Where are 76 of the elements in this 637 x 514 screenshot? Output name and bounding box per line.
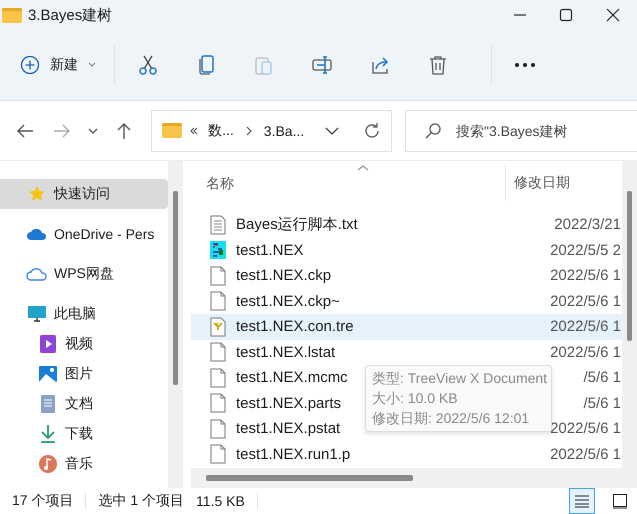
file-date: /5/6 1	[582, 394, 621, 412]
column-header[interactable]: 名称	[191, 165, 506, 201]
scrollbar[interactable]	[622, 161, 637, 488]
maximize-icon[interactable]	[559, 8, 573, 22]
file-icon	[210, 418, 226, 439]
file-name[interactable]: Bayes运行脚本.txt	[236, 215, 358, 234]
monitor-icon	[26, 305, 48, 323]
new-label[interactable]: 新建	[50, 56, 78, 74]
sidebar-item[interactable]: 此电脑	[0, 299, 168, 329]
sort-caret-icon	[357, 165, 369, 171]
file-name[interactable]: test1.NEX.mcmc	[236, 369, 348, 386]
music-icon	[37, 454, 59, 474]
plus-icon[interactable]	[20, 55, 40, 75]
file-name[interactable]: test1.NEX.parts	[236, 394, 342, 412]
file-name[interactable]: test1.NEX.pstat	[236, 420, 340, 438]
sidebar-item[interactable]: 视频	[0, 329, 168, 359]
sidebar-item[interactable]: OneDrive - Pers	[0, 219, 168, 249]
sidebar-item[interactable]: 音乐	[0, 449, 168, 479]
breadcrumb[interactable]: 3.Ba...	[264, 122, 304, 138]
breadcrumb-separator-icon	[246, 126, 252, 136]
scrollbar[interactable]	[191, 468, 622, 488]
file-icon	[210, 342, 226, 362]
details-view-icon[interactable]	[569, 488, 595, 514]
folder-icon	[2, 8, 22, 22]
search-icon	[424, 122, 442, 140]
file-name[interactable]: test1.NEX.ckp	[236, 267, 332, 284]
close-icon[interactable]	[606, 8, 620, 22]
file-icon	[210, 393, 226, 414]
sidebar-item[interactable]: 下载	[0, 419, 168, 449]
sidebar-item[interactable]: 文档	[0, 389, 168, 419]
tooltip-line: 大小: 10.0 KB	[372, 389, 459, 408]
file-icon	[210, 291, 226, 312]
folder-icon	[162, 123, 182, 138]
cloud-icon	[26, 227, 48, 241]
file-date: 2022/5/6 1	[549, 318, 621, 336]
file-date: 2022/3/21	[553, 216, 621, 234]
file-date: 2022/5/6 1	[549, 292, 621, 310]
file-icon	[210, 266, 226, 286]
sidebar-item[interactable]: 快速访问	[0, 179, 168, 209]
file-date: 2022/5/6 1	[549, 420, 621, 438]
tree-file-icon	[210, 316, 226, 337]
file-name[interactable]: test1.NEX.run1.p	[236, 446, 350, 463]
sidebar-item[interactable]: WPS网盘	[0, 259, 168, 289]
file-date: 2022/5/6 1	[549, 446, 621, 463]
file-name[interactable]: test1.NEX.ckp~	[236, 292, 340, 310]
file-name[interactable]: test1.NEX.con.tre	[236, 318, 354, 336]
file-date: 2022/5/5 2	[549, 242, 621, 259]
file-date: 2022/5/6 1	[549, 344, 621, 361]
cloud-icon	[26, 266, 48, 282]
image-icon	[37, 365, 59, 383]
text-file-icon	[210, 214, 226, 235]
item-count: 17 个项目	[12, 492, 74, 510]
search-field[interactable]: 搜索"3.Bayes建树	[456, 110, 637, 150]
nexus-file-icon	[210, 240, 226, 260]
search-box[interactable]: 搜索"3.Bayes建树	[405, 110, 637, 152]
refresh-icon[interactable]	[363, 122, 381, 140]
selected-row[interactable]: test1.NEX.con.tre 2022/5/6 1	[191, 314, 622, 340]
window-title: 3.Bayes建树	[28, 6, 112, 24]
tooltip-line: 类型: TreeView X Document	[372, 369, 548, 388]
address-bar[interactable]: 数... 3.Ba...	[151, 110, 392, 152]
caret-icon[interactable]	[88, 62, 96, 68]
overflow-chevron-icon[interactable]	[190, 126, 198, 134]
scrollbar[interactable]	[168, 161, 183, 488]
selection-count: 选中 1 个项目	[98, 492, 184, 510]
file-date: 2022/5/6 1	[549, 267, 621, 284]
video-icon	[37, 334, 59, 354]
sidebar-item[interactable]: 图片	[0, 359, 168, 389]
column-header[interactable]: 修改日期	[506, 174, 570, 192]
dropdown-icon[interactable]	[325, 126, 339, 134]
selection-size: 11.5 KB	[196, 493, 245, 509]
tooltip-line: 修改日期: 2022/5/6 12:01	[372, 409, 530, 428]
file-name[interactable]: test1.NEX.lstat	[236, 344, 336, 361]
file-icon	[210, 368, 226, 388]
breadcrumb[interactable]: 数...	[208, 122, 234, 140]
file-icon	[210, 444, 226, 464]
file-name[interactable]: test1.NEX	[236, 242, 304, 259]
